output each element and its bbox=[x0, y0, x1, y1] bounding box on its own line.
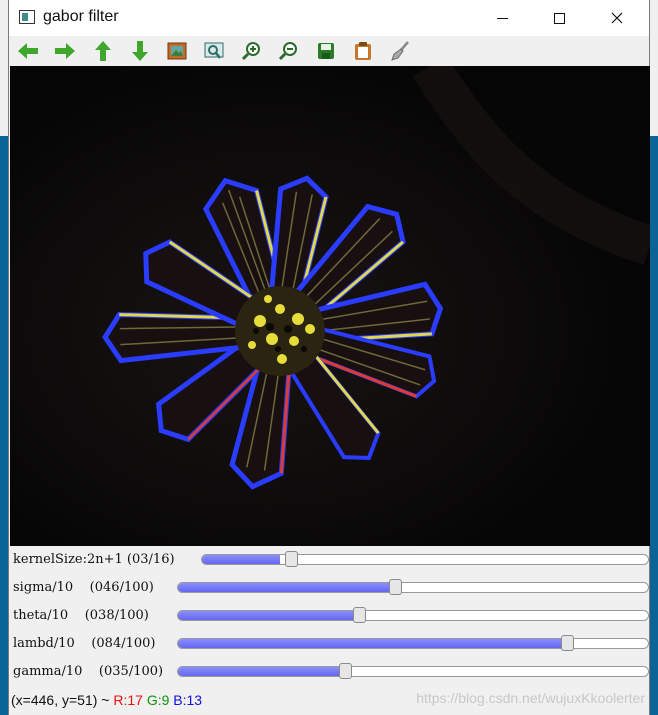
red-value: R:17 bbox=[113, 692, 143, 708]
slider-track[interactable] bbox=[177, 638, 649, 649]
pixel-info: (x=446, y=51) ~ R:17 G:9 B:13 bbox=[11, 692, 202, 708]
arrow-down-icon bbox=[132, 41, 148, 61]
arrow-left-icon bbox=[18, 43, 38, 59]
blue-value: B:13 bbox=[173, 692, 203, 708]
title-bar[interactable]: gabor filter bbox=[9, 0, 649, 36]
slider-track[interactable] bbox=[177, 582, 649, 593]
app-icon bbox=[19, 10, 35, 24]
gabor-filter-window: gabor filter kernelSize:2n+1 (03/16) sig… bbox=[8, 0, 650, 715]
save-icon bbox=[318, 43, 334, 59]
slider-fill bbox=[178, 639, 573, 648]
slider-fill bbox=[178, 583, 395, 592]
pan-up-button[interactable] bbox=[90, 40, 116, 62]
copy-icon bbox=[355, 42, 371, 60]
brush-icon bbox=[391, 41, 409, 61]
background-window-edge-right bbox=[649, 0, 658, 136]
trackbar-panel: kernelSize:2n+1 (03/16) sigma/10 (046/10… bbox=[9, 546, 649, 686]
slider-kernel-size: kernelSize:2n+1 (03/16) bbox=[9, 546, 649, 574]
copy-button[interactable] bbox=[350, 40, 376, 62]
slider-fill bbox=[202, 555, 281, 564]
close-button[interactable] bbox=[594, 0, 640, 36]
slider-track[interactable] bbox=[177, 666, 649, 677]
slider-handle[interactable] bbox=[339, 663, 352, 679]
pan-right-button[interactable] bbox=[52, 40, 78, 62]
minimize-icon bbox=[496, 17, 508, 19]
maximize-button[interactable] bbox=[536, 0, 582, 36]
slider-label: lambd/10 (084/100) bbox=[13, 636, 156, 651]
slider-theta: theta/10 (038/100) bbox=[9, 602, 649, 630]
minimize-button[interactable] bbox=[479, 0, 525, 36]
gabor-filtered-flower-image bbox=[10, 66, 650, 546]
watermark: https://blog.csdn.net/wujuxKkoolerter bbox=[416, 690, 645, 706]
slider-gamma: gamma/10 (035/100) bbox=[9, 658, 649, 686]
maximize-icon bbox=[553, 12, 565, 24]
slider-label: sigma/10 (046/100) bbox=[13, 580, 154, 595]
zoom-fit-button[interactable] bbox=[164, 40, 190, 62]
zoom-in-icon bbox=[242, 42, 260, 61]
save-button[interactable] bbox=[313, 40, 339, 62]
slider-fill bbox=[178, 611, 357, 620]
arrow-up-icon bbox=[95, 41, 111, 61]
slider-label: gamma/10 (035/100) bbox=[13, 664, 164, 679]
slider-track[interactable] bbox=[201, 554, 649, 565]
slider-handle[interactable] bbox=[285, 551, 298, 567]
properties-button[interactable] bbox=[387, 40, 413, 62]
slider-track[interactable] bbox=[177, 610, 649, 621]
slider-lambd: lambd/10 (084/100) bbox=[9, 630, 649, 658]
pan-left-button[interactable] bbox=[15, 40, 41, 62]
window-title: gabor filter bbox=[43, 8, 119, 25]
zoom-region-icon bbox=[204, 42, 224, 59]
slider-handle[interactable] bbox=[561, 635, 574, 651]
image-canvas[interactable] bbox=[10, 66, 650, 546]
close-icon bbox=[611, 12, 623, 24]
slider-handle[interactable] bbox=[353, 607, 366, 623]
toolbar bbox=[9, 36, 649, 66]
slider-sigma: sigma/10 (046/100) bbox=[9, 574, 649, 602]
arrow-right-icon bbox=[55, 43, 75, 59]
slider-label: theta/10 (038/100) bbox=[13, 608, 149, 623]
slider-handle[interactable] bbox=[389, 579, 402, 595]
image-icon bbox=[167, 42, 187, 60]
cursor-coordinates: (x=446, y=51) ~ bbox=[11, 692, 114, 708]
pan-down-button[interactable] bbox=[127, 40, 153, 62]
zoom-out-icon bbox=[279, 42, 297, 61]
zoom-region-button[interactable] bbox=[201, 40, 227, 62]
status-bar: (x=446, y=51) ~ R:17 G:9 B:13 https://bl… bbox=[9, 686, 649, 715]
green-value: G:9 bbox=[146, 692, 170, 708]
zoom-out-button[interactable] bbox=[276, 40, 302, 62]
slider-label: kernelSize:2n+1 (03/16) bbox=[13, 552, 175, 567]
slider-fill bbox=[178, 667, 343, 676]
zoom-in-button[interactable] bbox=[239, 40, 265, 62]
